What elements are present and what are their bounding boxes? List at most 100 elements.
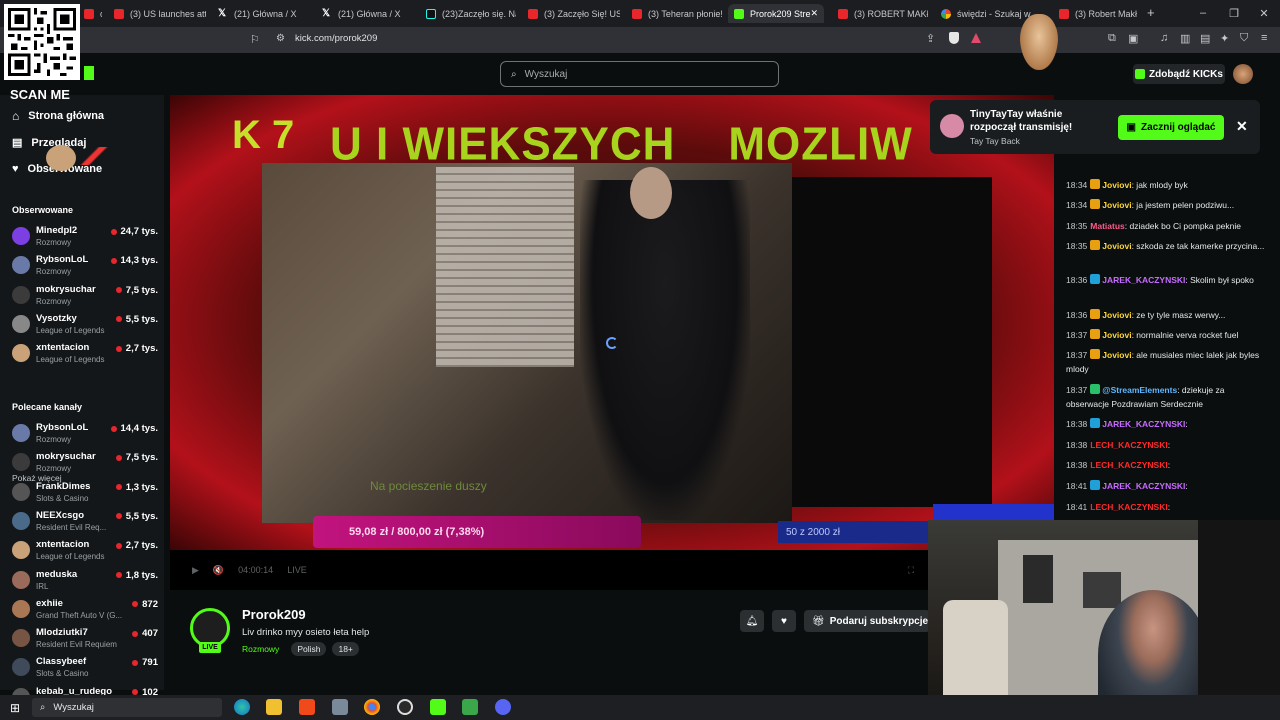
sidebar-channel[interactable]: xntentacion League of Legends 2,7 tys. — [12, 539, 162, 567]
site-settings-icon[interactable]: ⚙ — [276, 33, 285, 44]
brave-shield-icon[interactable] — [949, 32, 959, 44]
browser-tab[interactable]: (3) Robert Makł — [1053, 4, 1139, 23]
app2-icon[interactable] — [462, 699, 478, 715]
browser-tab[interactable]: (23)Zaczęło się. Naj — [420, 4, 516, 23]
video-player[interactable]: K 7 U I WIEKSZYCH MOZLIW Na pocieszenie … — [170, 95, 1054, 590]
sidebar-channel[interactable]: meduska IRL 1,8 tys. — [12, 569, 162, 597]
sidebar-channel[interactable]: Classybeef Slots & Casino 791 — [12, 656, 162, 684]
notify-button[interactable]: 🔔︎ — [740, 610, 764, 632]
browser-tab[interactable]: 𝕏 (21) Główna / X — [316, 4, 414, 23]
kick-app-icon[interactable] — [430, 699, 446, 715]
tag-language[interactable]: Polish — [291, 642, 327, 656]
bookmark-icon[interactable]: ⚐ — [250, 33, 260, 46]
sidebar-channel[interactable]: Mlodziutki7 Resident Evil Requiem 407 — [12, 627, 162, 655]
live-dot-icon — [115, 513, 122, 520]
brave-icon[interactable] — [299, 699, 315, 715]
wallet2-icon[interactable]: ▤ — [1200, 32, 1210, 45]
chat-username[interactable]: Joviovi — [1102, 310, 1131, 320]
start-watching-button[interactable]: ▣ Zacznij oglądać — [1118, 115, 1224, 140]
channel-viewers: 407 — [132, 628, 158, 639]
chat-username[interactable]: Joviovi — [1102, 200, 1131, 210]
chat-username[interactable]: JAREK_KACZYNSKI — [1102, 275, 1185, 285]
new-tab-button[interactable]: + — [1147, 5, 1155, 20]
sidebar-channel[interactable]: xntentacion League of Legends 2,7 tys. — [12, 342, 162, 370]
chat-username[interactable]: Joviovi — [1102, 330, 1131, 340]
browser-tab[interactable]: 𝕏 (21) Główna / X — [212, 4, 310, 23]
live-dot-icon — [132, 601, 139, 608]
chat-username[interactable]: Joviovi — [1102, 350, 1131, 360]
tag-age[interactable]: 18+ — [332, 642, 359, 656]
sidebar-channel[interactable]: NEEXcsgo Resident Evil Req... 5,5 tys. — [12, 510, 162, 538]
chat-username[interactable]: Joviovi — [1102, 241, 1131, 251]
close-window-icon[interactable]: ✕ — [1254, 6, 1274, 20]
kick-logo[interactable] — [84, 66, 94, 80]
sidebar-channel[interactable]: exhiie Grand Theft Auto V (G... 872 — [12, 598, 162, 626]
music-icon[interactable]: ♫ — [1160, 32, 1168, 44]
brave-rewards-icon[interactable] — [971, 33, 981, 43]
url-field[interactable]: kick.com/prorok209 — [295, 33, 377, 44]
obs-icon[interactable] — [397, 699, 413, 715]
browser-tab[interactable]: (3) ROBERT MAKŁO — [832, 4, 928, 23]
menu-icon[interactable]: ≡ — [1261, 32, 1267, 44]
get-kicks-button[interactable]: Zdobądź KICKs — [1133, 64, 1225, 84]
sidebar-channel[interactable]: RybsonLoL Rozmowy 14,3 tys. — [12, 254, 162, 282]
channel-name: mokrysuchar — [36, 283, 96, 295]
edge-icon[interactable] — [234, 699, 250, 715]
chat-text: : szkoda ze tak kamerke przycina... — [1131, 241, 1265, 251]
sidebar-channel[interactable]: Vysotzky League of Legends 5,5 tys. — [12, 313, 162, 341]
browser-tab[interactable]: (3) Zaczęło Się! USA — [522, 4, 620, 23]
channel-viewers: 2,7 tys. — [115, 540, 158, 551]
browser-tab[interactable]: om — [78, 4, 102, 23]
ai-icon[interactable]: ✦ — [1220, 32, 1229, 45]
chat-username[interactable]: JAREK_KACZYNSKI — [1102, 481, 1185, 491]
nav-home[interactable]: ⌂ Strona główna — [12, 109, 104, 123]
gift-subscription-button[interactable]: 🎁︎ Podaruj subskrypcje — [804, 610, 930, 632]
explorer-icon[interactable] — [266, 699, 282, 715]
channel-avatar — [12, 424, 30, 442]
browser-tab[interactable]: Prorok209 Stre ✕ — [728, 4, 824, 23]
windows-start-icon[interactable]: ⊞ — [10, 701, 20, 715]
app-icon[interactable] — [332, 699, 348, 715]
chat-username[interactable]: LECH_KACZYNSKI — [1090, 460, 1167, 470]
sidebar-channel[interactable]: mokrysuchar Rozmowy 7,5 tys. — [12, 451, 162, 479]
search-input[interactable]: ⌕ Wyszukaj — [500, 61, 779, 87]
channel-category: Rozmowy — [36, 435, 72, 444]
start-watching-label: Zacznij oglądać — [1140, 122, 1216, 133]
fullscreen-icon[interactable]: ⛶ — [908, 565, 914, 576]
vpn-icon[interactable]: ⛉ — [1240, 32, 1248, 45]
chat-username[interactable]: LECH_KACZYNSKI — [1090, 440, 1167, 450]
gift-subscription-label: Podaruj subskrypcje — [829, 615, 929, 627]
notification-avatar — [940, 114, 964, 138]
volume-icon[interactable]: 🔇 — [213, 565, 224, 576]
share-icon[interactable]: ⇪ — [926, 32, 935, 45]
browser-tab[interactable]: (3) US launches atta — [108, 4, 206, 23]
chrome-icon[interactable] — [364, 699, 380, 715]
extensions-icon[interactable]: ⧉ — [1108, 32, 1116, 45]
sidebar-toggle-icon[interactable]: ▥ — [1180, 32, 1190, 45]
chat-username[interactable]: Matiatus — [1090, 221, 1124, 231]
discord-icon[interactable] — [495, 699, 511, 715]
taskbar-search[interactable]: ⌕ Wyszukaj — [32, 698, 222, 717]
browser-tab[interactable]: (3) Teheran płonie! — [626, 4, 722, 23]
minimize-icon[interactable]: – — [1193, 6, 1213, 20]
wallet-icon[interactable]: ▣ — [1128, 32, 1138, 45]
sidebar-channel[interactable]: Minedpl2 Rozmowy 24,7 tys. — [12, 225, 162, 253]
sidebar-channel[interactable]: RybsonLoL Rozmowy 14,4 tys. — [12, 422, 162, 450]
follow-button[interactable]: ♥ — [772, 610, 796, 632]
streamer-name[interactable]: Prorok209 — [242, 607, 306, 622]
close-icon[interactable]: ✕ — [1236, 118, 1248, 135]
window-blind — [436, 167, 574, 367]
browser-tab-label: (3) Teheran płonie! — [648, 8, 722, 19]
chat-timestamp: 18:41 — [1066, 481, 1088, 491]
chat-username[interactable]: LECH_KACZYNSKI — [1090, 502, 1167, 512]
sidebar-channel[interactable]: FrankDimes Slots & Casino 1,3 tys. — [12, 481, 162, 509]
restore-icon[interactable]: ❐ — [1224, 6, 1244, 20]
play-icon[interactable]: ▶ — [192, 565, 199, 576]
tab-close-icon[interactable]: ✕ — [811, 8, 819, 19]
chat-username[interactable]: Joviovi — [1102, 180, 1131, 190]
chat-username[interactable]: @StreamElements — [1102, 385, 1177, 395]
user-avatar[interactable] — [1233, 64, 1253, 84]
sidebar-channel[interactable]: mokrysuchar Rozmowy 7,5 tys. — [12, 284, 162, 312]
chat-username[interactable]: JAREK_KACZYNSKI — [1102, 419, 1185, 429]
category-link[interactable]: Rozmowy — [242, 642, 285, 656]
